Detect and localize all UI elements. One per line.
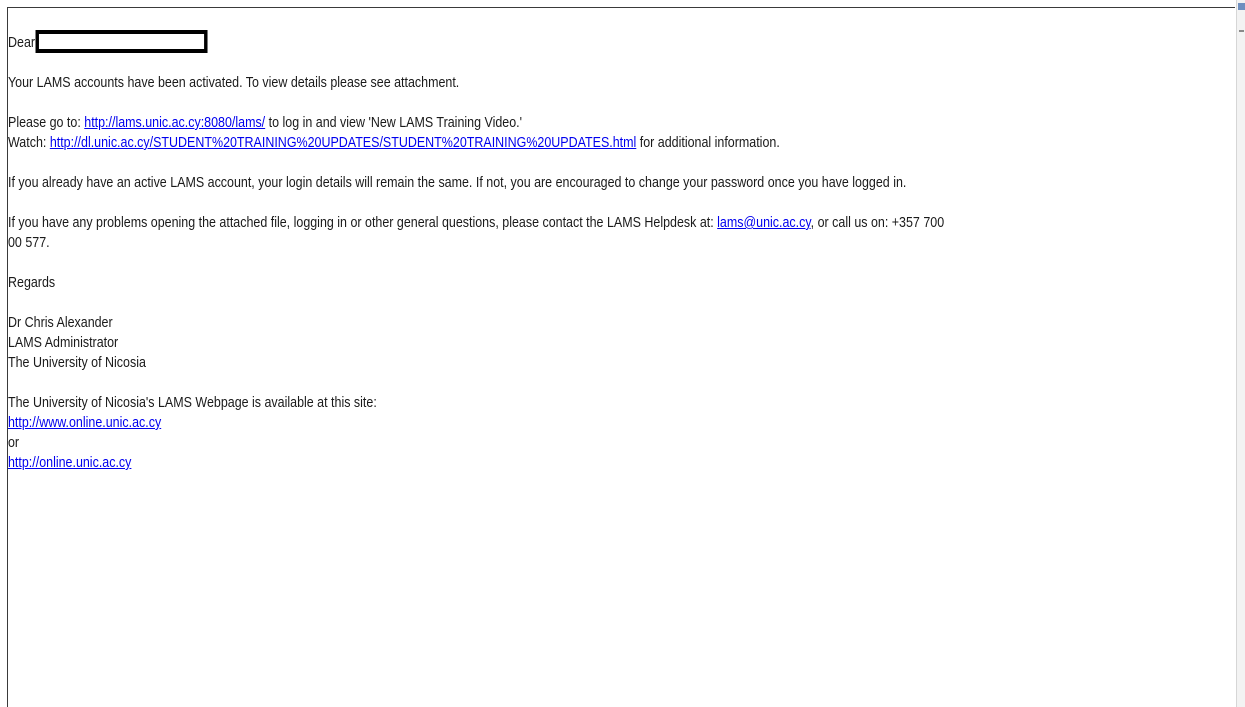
training-updates-link[interactable]: http://dl.unic.ac.cy/STUDENT%20TRAINING%… xyxy=(50,135,636,151)
scroll-marker xyxy=(1239,30,1244,32)
regards: Regards xyxy=(8,275,56,291)
webpage-intro: The University of Nicosia's LAMS Webpage… xyxy=(8,395,377,411)
or-text: or xyxy=(8,435,20,451)
helpdesk-email-link[interactable]: lams@unic.ac.cy xyxy=(717,215,811,231)
email-message: Dear Your LAMS accounts have been activa… xyxy=(8,30,1227,473)
signature-title: LAMS Administrator xyxy=(8,335,119,351)
online-www-link[interactable]: http://www.online.unic.ac.cy xyxy=(8,415,161,431)
login-instructions-line: Please go to: http://lams.unic.ac.cy:808… xyxy=(8,115,522,131)
online-link[interactable]: http://online.unic.ac.cy xyxy=(8,455,131,471)
scroll-up-arrow-icon[interactable] xyxy=(1238,3,1245,10)
helpdesk-line-1: If you have any problems opening the att… xyxy=(8,215,945,231)
lams-login-link[interactable]: http://lams.unic.ac.cy:8080/lams/ xyxy=(84,115,265,131)
salutation-line: Dear xyxy=(8,30,1227,53)
signature-name: Dr Chris Alexander xyxy=(8,315,113,331)
salutation: Dear xyxy=(8,35,36,51)
watch-line: Watch: http://dl.unic.ac.cy/STUDENT%20TR… xyxy=(8,135,780,151)
helpdesk-line-2: 00 577. xyxy=(8,235,50,251)
account-paragraph: If you already have an active LAMS accou… xyxy=(8,175,907,191)
vertical-scrollbar[interactable] xyxy=(1236,0,1245,707)
activation-paragraph: Your LAMS accounts have been activated. … xyxy=(8,75,460,91)
redacted-name xyxy=(35,30,208,53)
signature-organization: The University of Nicosia xyxy=(8,355,146,371)
